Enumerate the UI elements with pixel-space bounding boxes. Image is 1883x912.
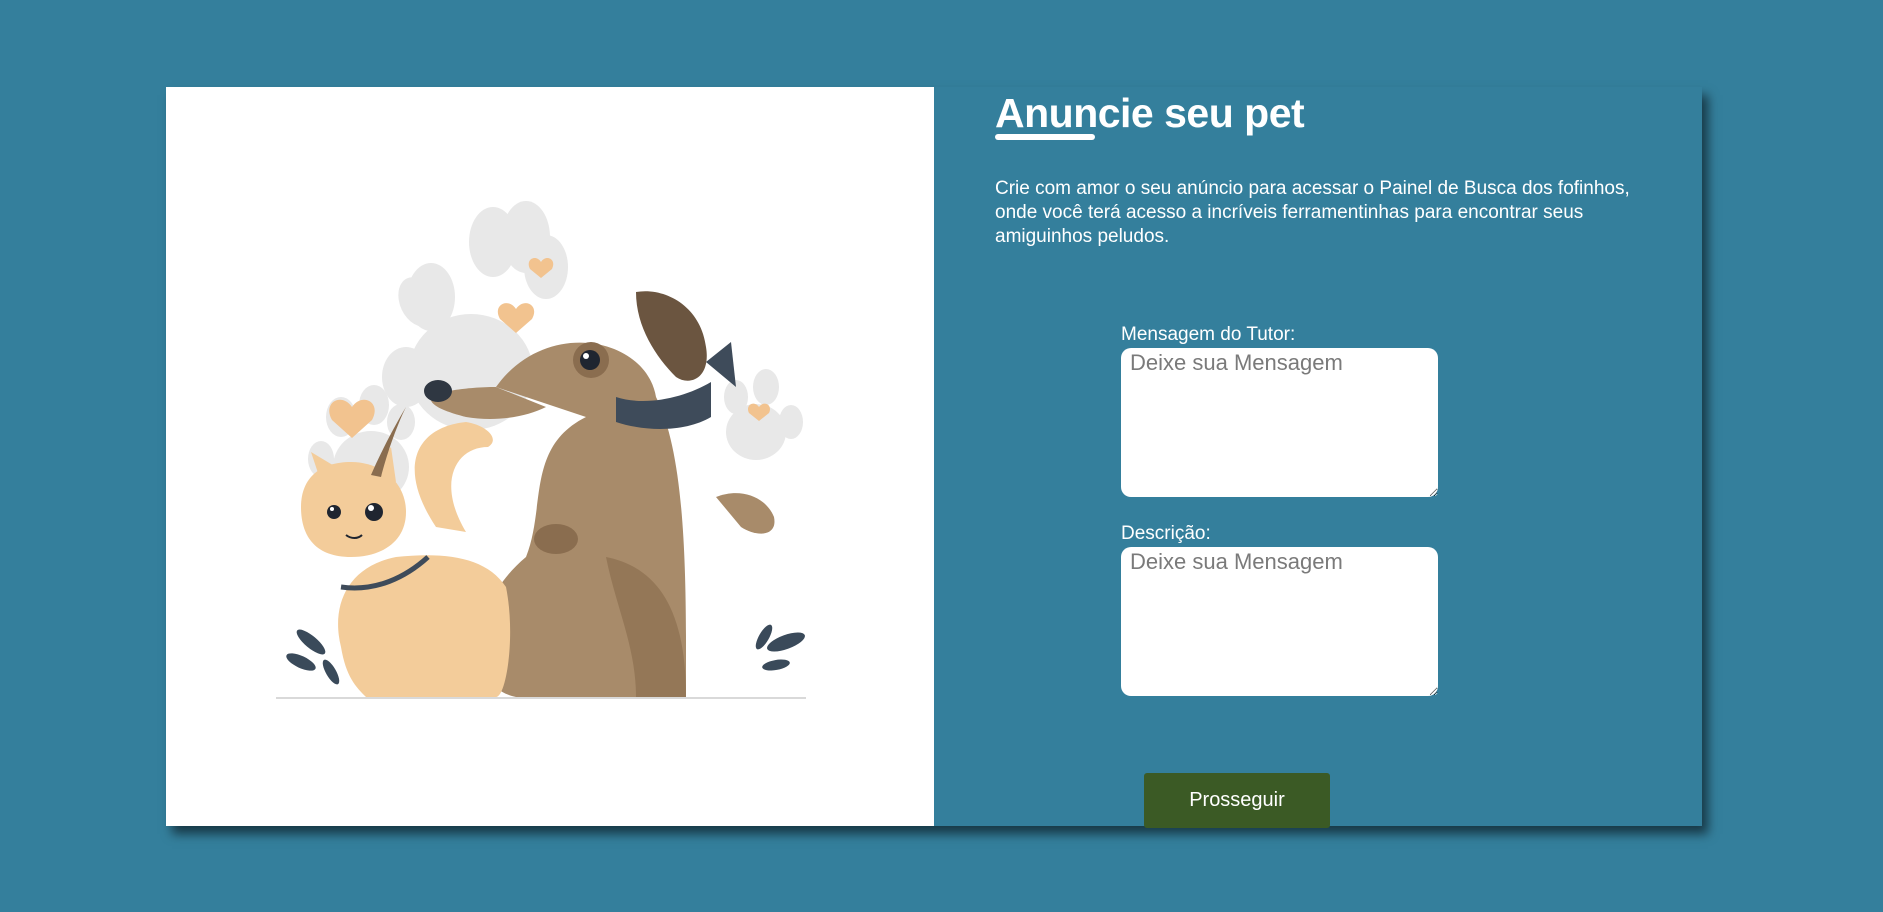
proceed-button[interactable]: Prosseguir xyxy=(1144,773,1330,828)
tutor-message-label: Mensagem do Tutor: xyxy=(1121,324,1296,345)
title-underline xyxy=(995,134,1095,140)
page-title: Anuncie seu pet xyxy=(995,90,1305,136)
intro-text: Crie com amor o seu anúncio para acessar… xyxy=(995,178,1630,247)
form-panel: Anuncie seu pet Crie com amor o seu anún… xyxy=(934,87,1702,828)
description-field[interactable] xyxy=(1121,547,1438,696)
illustration-panel xyxy=(166,87,934,826)
pet-illustration xyxy=(276,201,806,699)
description-label: Descrição: xyxy=(1121,523,1211,544)
tutor-message-field[interactable] xyxy=(1121,348,1438,497)
ad-card: Anuncie seu pet Crie com amor o seu anún… xyxy=(166,87,1702,828)
